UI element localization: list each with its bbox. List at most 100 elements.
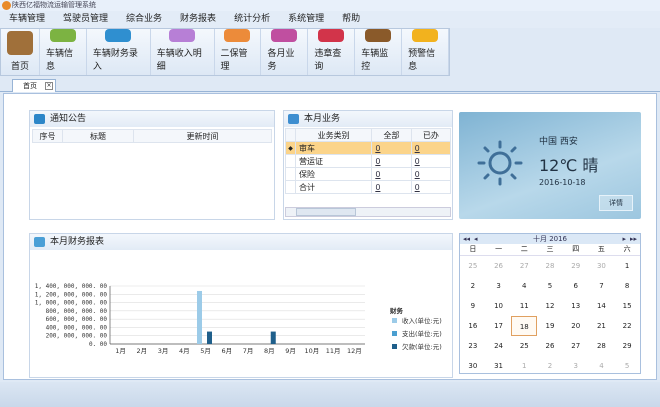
table-row[interactable]: 营运证 0 0: [285, 154, 452, 168]
weekday-label: 日: [469, 245, 477, 253]
weather-details-button[interactable]: 详情: [599, 195, 633, 211]
calendar-day[interactable]: 17: [486, 316, 512, 336]
prev-month-icon[interactable]: ◂: [474, 234, 478, 244]
calendar-day[interactable]: 2: [537, 356, 563, 376]
toolbar-label: 首页: [10, 62, 29, 72]
legend-swatch: [392, 318, 397, 323]
cell-done-link[interactable]: 0: [410, 141, 452, 155]
calendar-day[interactable]: 28: [589, 336, 615, 356]
toolbar-button[interactable]: 违章查询: [308, 29, 356, 75]
calendar-day[interactable]: 22: [614, 316, 640, 336]
business-panel: 本月业务 业务类别 全部 已办 ◆ 审车 0 0 营运证 0 0 保险 0 0 合计 0 0: [283, 110, 453, 220]
status-bar: [0, 382, 660, 407]
cell-done-link[interactable]: 0: [410, 167, 452, 181]
cell-all-link[interactable]: 0: [371, 154, 412, 168]
cell-done-link[interactable]: 0: [410, 180, 452, 194]
calendar-day[interactable]: 26: [537, 336, 563, 356]
calendar-day[interactable]: 30: [589, 256, 615, 276]
calendar-day[interactable]: 10: [486, 296, 512, 316]
calendar-day[interactable]: 19: [537, 316, 563, 336]
calendar-day[interactable]: 4: [511, 276, 537, 296]
toolbar-button[interactable]: 车辆财务录入: [87, 29, 151, 75]
x-tick-label: 7月: [243, 347, 254, 355]
legend-label: 收入(单位:元): [402, 316, 442, 325]
calendar-day[interactable]: 16: [460, 316, 486, 336]
calendar-day[interactable]: 5: [537, 276, 563, 296]
toolbar-label: 车辆监控: [361, 49, 389, 72]
calendar-day[interactable]: 13: [563, 296, 589, 316]
toolbar-button[interactable]: 预警信息: [402, 29, 449, 75]
next-year-icon[interactable]: ▸▸: [630, 234, 637, 244]
calendar-day[interactable]: 21: [589, 316, 615, 336]
next-month-icon[interactable]: ▸: [622, 234, 626, 244]
calendar-day[interactable]: 25: [511, 336, 537, 356]
col-index: 序号: [32, 129, 63, 143]
table-row[interactable]: ◆ 审车 0 0: [285, 141, 452, 155]
calendar-day[interactable]: 1: [614, 256, 640, 276]
calendar-day[interactable]: 3: [563, 356, 589, 376]
toolbar-button[interactable]: 车辆收入明细: [151, 29, 215, 75]
close-icon[interactable]: ×: [45, 82, 53, 90]
calendar-day[interactable]: 27: [563, 336, 589, 356]
weather-widget: 中国 西安 12℃ 晴 2016-10-18 详情: [459, 112, 641, 219]
calendar-day[interactable]: 23: [460, 336, 486, 356]
legend-swatch: [392, 344, 397, 349]
scrollbar-thumb[interactable]: [296, 208, 356, 216]
menu-item[interactable]: 驾驶员管理: [54, 11, 117, 28]
calendar-day[interactable]: 14: [589, 296, 615, 316]
horizontal-scrollbar[interactable]: [285, 207, 451, 217]
tab-home[interactable]: 首页 ×: [12, 79, 56, 92]
toolbar-button[interactable]: 车辆监控: [355, 29, 403, 75]
notice-header: 通知公告: [30, 111, 274, 127]
menu-item[interactable]: 统计分析: [225, 11, 279, 28]
calendar-day[interactable]: 27: [511, 256, 537, 276]
calendar-day[interactable]: 9: [460, 296, 486, 316]
calendar-day[interactable]: 2: [460, 276, 486, 296]
monthly-business-icon: [271, 29, 298, 42]
cell-all-link[interactable]: 0: [371, 167, 412, 181]
cell-all-link[interactable]: 0: [371, 180, 412, 194]
calendar-day[interactable]: 29: [563, 256, 589, 276]
menu-item[interactable]: 财务报表: [171, 11, 225, 28]
cell-done-link[interactable]: 0: [410, 154, 452, 168]
calendar-day[interactable]: 29: [614, 336, 640, 356]
calendar-day[interactable]: 24: [486, 336, 512, 356]
toolbar-button[interactable]: 车辆信息: [40, 29, 87, 75]
menu-item[interactable]: 综合业务: [117, 11, 171, 28]
calendar-day[interactable]: 28: [537, 256, 563, 276]
calendar-day[interactable]: 30: [460, 356, 486, 376]
calendar-day[interactable]: 11: [511, 296, 537, 316]
legend-title: 财务: [390, 306, 404, 315]
calendar-day[interactable]: 3: [486, 276, 512, 296]
cell-type: 营运证: [294, 154, 373, 168]
calendar-day[interactable]: 4: [589, 356, 615, 376]
calendar-day[interactable]: 20: [563, 316, 589, 336]
menu-item[interactable]: 帮助: [333, 11, 369, 28]
table-row[interactable]: 合计 0 0: [285, 180, 452, 194]
calendar-day[interactable]: 6: [563, 276, 589, 296]
business-title: 本月业务: [304, 114, 341, 124]
toolbar-button[interactable]: 首页: [1, 29, 40, 75]
calendar-day[interactable]: 18: [511, 316, 538, 336]
calendar-day[interactable]: 1: [511, 356, 537, 376]
calendar-day[interactable]: 26: [486, 256, 512, 276]
vehicle-info-icon: [49, 29, 76, 42]
cell-all-link[interactable]: 0: [371, 141, 412, 155]
calendar-day[interactable]: 8: [614, 276, 640, 296]
finance-entry-icon: [105, 29, 132, 42]
menu-item[interactable]: 车辆管理: [0, 11, 54, 28]
calendar-day[interactable]: 12: [537, 296, 563, 316]
prev-year-icon[interactable]: ◂◂: [463, 234, 470, 244]
calendar-day[interactable]: 31: [486, 356, 512, 376]
notice-table: 序号 标题 更新时间: [32, 129, 272, 143]
toolbar-button[interactable]: 各月业务: [261, 29, 309, 75]
calendar-day[interactable]: 15: [614, 296, 640, 316]
calendar-day[interactable]: 25: [460, 256, 486, 276]
table-row[interactable]: 保险 0 0: [285, 167, 452, 181]
menu-item[interactable]: 系统管理: [279, 11, 333, 28]
calendar-day[interactable]: 5: [614, 356, 640, 376]
toolbar-button[interactable]: 二保管理: [215, 29, 262, 75]
y-tick-label: 0. 00: [89, 341, 107, 348]
calendar-day[interactable]: 7: [589, 276, 615, 296]
weather-date: 2016-10-18: [539, 178, 586, 187]
